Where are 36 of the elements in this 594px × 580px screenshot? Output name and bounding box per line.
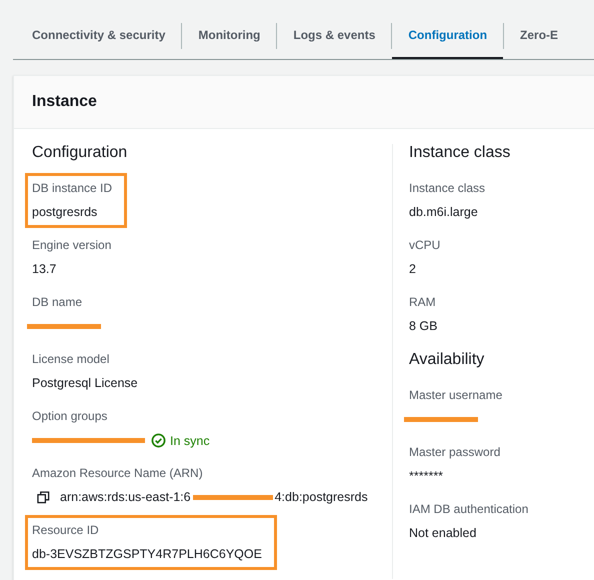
field-value: 2	[409, 261, 416, 278]
field-label: Master username	[409, 387, 502, 404]
field-label: License model	[32, 351, 110, 368]
field-label: RAM	[409, 294, 436, 311]
tab[interactable]: Logs & events	[277, 13, 392, 59]
field-value: 8 GB	[409, 318, 438, 335]
arn-text: 4:db:postgresrds	[274, 489, 368, 506]
field-value: Postgresql License	[32, 375, 138, 392]
field-value: 13.7	[32, 261, 56, 278]
check-circle-icon	[151, 433, 166, 448]
section-title: Configuration	[32, 144, 128, 163]
section-title: Instance class	[409, 144, 512, 163]
tab[interactable]: Connectivity & security	[13, 13, 182, 59]
copy-icon[interactable]	[37, 491, 50, 504]
field-label: Amazon Resource Name (ARN)	[32, 465, 203, 482]
field-value: *******	[409, 468, 444, 485]
field-label: Resource ID	[32, 522, 99, 539]
field-value: db.m6i.large	[409, 204, 478, 221]
panel-title: Instance	[32, 93, 97, 111]
tab[interactable]: Zero-E	[504, 13, 574, 59]
tab[interactable]: Configuration	[392, 13, 504, 59]
tab[interactable]: Monitoring	[182, 13, 276, 59]
field-value: Not enabled	[409, 525, 476, 542]
field-value: postgresrds	[32, 204, 98, 221]
arn-text: arn:aws:rds:us-east-1:6	[60, 489, 191, 506]
field-label: vCPU	[409, 237, 440, 254]
field-label: Engine version	[32, 237, 112, 254]
field-label: Option groups	[32, 408, 108, 425]
field-label: DB instance ID	[32, 180, 112, 197]
status-text: In sync	[170, 434, 210, 448]
field-label: DB name	[32, 294, 82, 311]
section-title: Availability	[409, 351, 486, 370]
field-label: Instance class	[409, 180, 486, 197]
field-label: Master password	[409, 444, 500, 461]
field-value: db-3EVSZBTZGSPTY4R7PLH6C6YQOE	[32, 546, 262, 563]
field-label: IAM DB authentication	[409, 501, 528, 518]
